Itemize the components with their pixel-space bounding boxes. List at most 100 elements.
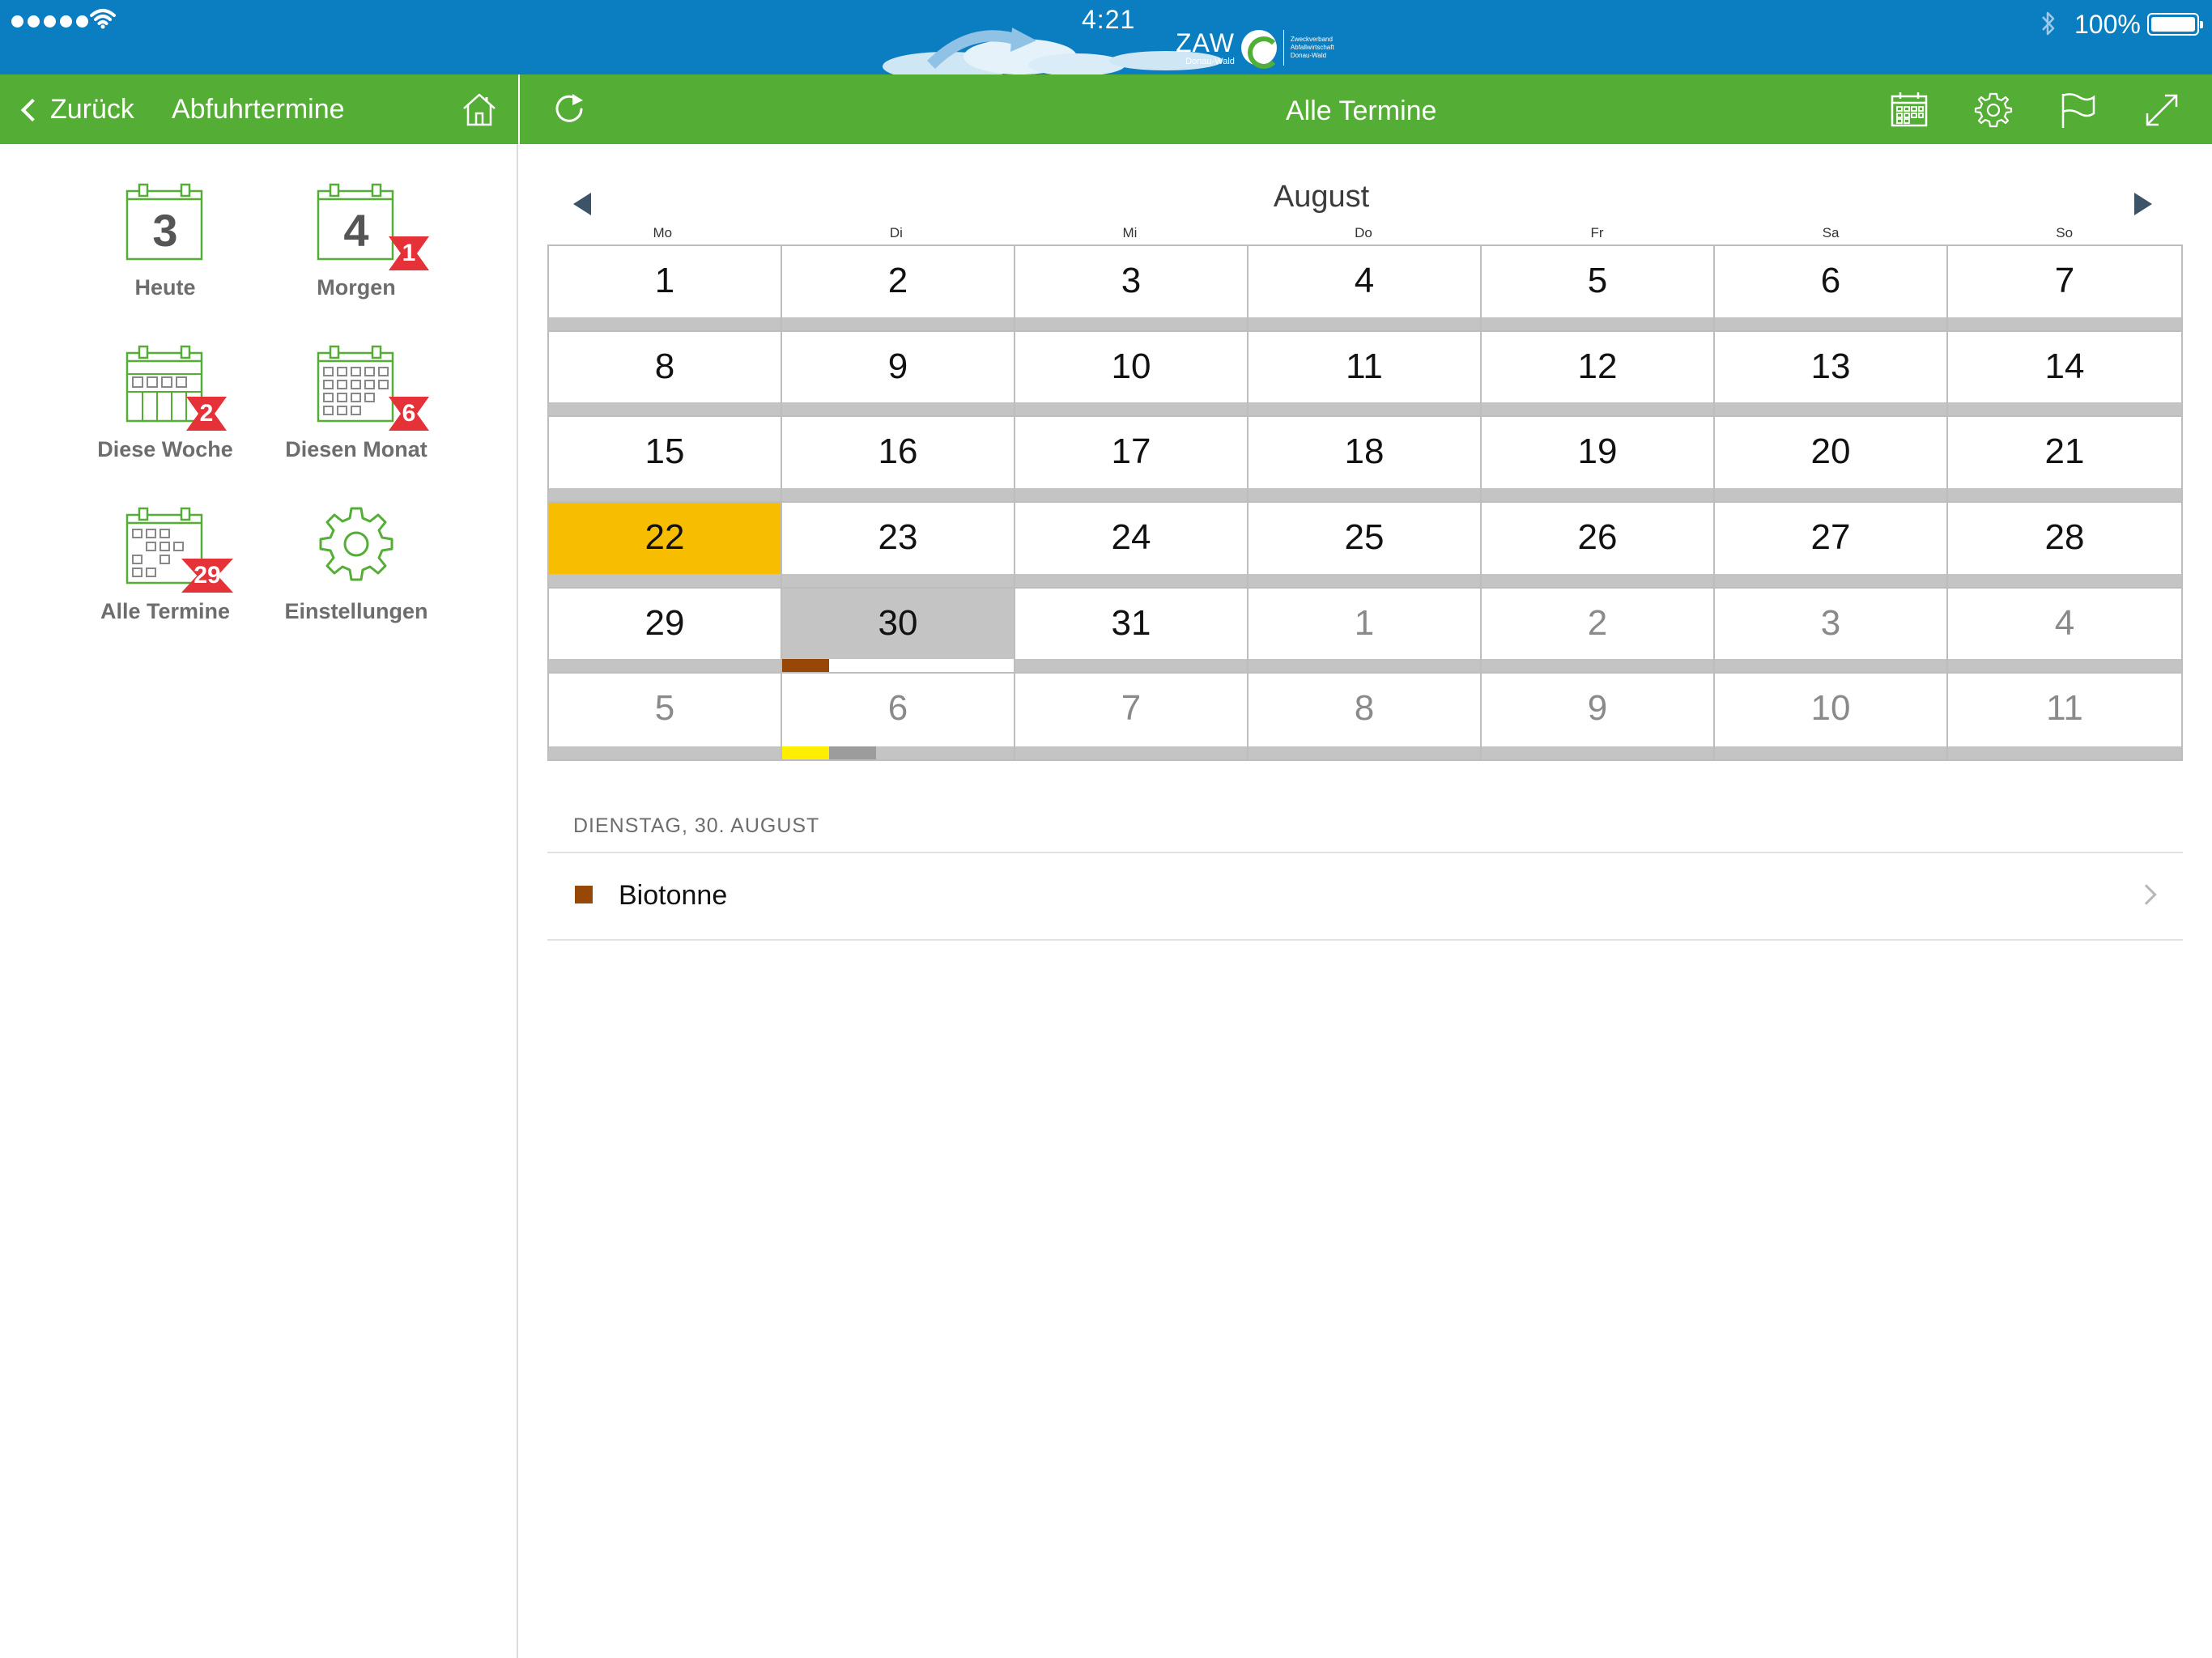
day-number: 4 <box>1354 261 1375 300</box>
tile-label: Einstellungen <box>284 599 428 623</box>
day-number: 2 <box>887 261 908 300</box>
divider <box>547 939 2183 941</box>
day-number: 22 <box>644 517 685 557</box>
calendar-day-cell[interactable]: 30 <box>782 588 1015 674</box>
event-strip <box>782 573 1014 587</box>
event-strip <box>549 573 781 587</box>
calendar-day-cell[interactable]: 8 <box>1249 674 1482 759</box>
calendar-day-cell[interactable]: 19 <box>1482 417 1715 503</box>
tile-morgen[interactable]: 4 1 Morgen <box>267 180 445 325</box>
expand-icon[interactable] <box>2142 91 2181 130</box>
calendar-day-cell[interactable]: 18 <box>1249 417 1482 503</box>
list-item[interactable]: Biotonne <box>547 853 2183 939</box>
waste-type-label: Biotonne <box>619 880 728 911</box>
event-strip <box>1482 317 1713 330</box>
sidebar-title: Abfuhrtermine <box>172 94 345 125</box>
event-strip <box>1948 659 2181 673</box>
calendar-day-cell[interactable]: 11 <box>1948 674 2181 759</box>
month-title: August <box>1273 180 1370 214</box>
home-icon[interactable] <box>460 91 499 128</box>
calendar-day-cell[interactable]: 28 <box>1948 503 2181 589</box>
calendar-day-cell[interactable]: 3 <box>1715 588 1948 674</box>
zaw-logo: ZAW Donau-Wald Zweckverband Abfallwirtsc… <box>1176 26 1347 70</box>
back-button[interactable]: Zurück <box>18 94 134 125</box>
flag-icon[interactable] <box>2058 91 2097 130</box>
calendar-day-cell[interactable]: 17 <box>1015 417 1249 503</box>
calendar-day-cell[interactable]: 22 <box>549 503 782 589</box>
event-strip <box>549 402 781 416</box>
day-number: 16 <box>878 432 918 472</box>
event-strip <box>1715 487 1946 501</box>
calendar-day-cell[interactable]: 21 <box>1948 417 2181 503</box>
next-month-button[interactable] <box>2134 193 2152 215</box>
logo-name: ZAW <box>1176 28 1235 57</box>
calendar-day-cell[interactable]: 29 <box>549 588 782 674</box>
previous-month-button[interactable] <box>573 193 591 215</box>
event-strip <box>1948 573 2181 587</box>
weekday-label: Di <box>889 225 903 240</box>
day-number: 18 <box>1344 432 1385 472</box>
calendar-icon[interactable] <box>1890 91 1929 130</box>
calendar-day-cell[interactable]: 14 <box>1948 331 2181 418</box>
calendar-day-cell[interactable]: 3 <box>1015 246 1249 332</box>
refresh-icon[interactable] <box>551 91 588 128</box>
battery-icon <box>2147 13 2203 36</box>
day-number: 3 <box>1820 602 1841 643</box>
calendar-day-cell[interactable]: 4 <box>1249 246 1482 332</box>
calendar-day-cell[interactable]: 6 <box>782 674 1015 759</box>
calendar-day-cell[interactable]: 2 <box>1482 588 1715 674</box>
calendar-day-cell[interactable]: 8 <box>549 331 782 418</box>
tile-einstellungen[interactable]: Einstellungen <box>267 504 445 649</box>
calendar-day-cell[interactable]: 7 <box>1948 246 2181 332</box>
tile-diesen-monat[interactable]: 6 Diesen Monat <box>267 342 445 487</box>
calendar-day-cell[interactable]: 9 <box>782 331 1015 418</box>
calendar-day-cell[interactable]: 9 <box>1482 674 1715 759</box>
event-strip <box>1715 659 1946 673</box>
day-number: 1 <box>1354 602 1375 643</box>
calendar-day-cell[interactable]: 6 <box>1715 246 1948 332</box>
day-number: 4 <box>2054 602 2075 643</box>
day-number: 11 <box>2046 688 2083 729</box>
calendar-day-cell[interactable]: 15 <box>549 417 782 503</box>
calendar-day-cell[interactable]: 26 <box>1482 503 1715 589</box>
calendar-day-cell[interactable]: 11 <box>1249 331 1482 418</box>
calendar-day-cell[interactable]: 23 <box>782 503 1015 589</box>
calendar-day-cell[interactable]: 31 <box>1015 588 1249 674</box>
tile-alle-termine[interactable]: 29 Alle Termine <box>76 504 254 649</box>
gear-icon[interactable] <box>1974 91 2013 130</box>
calendar-day-cell[interactable]: 16 <box>782 417 1015 503</box>
event-strip <box>1715 746 1946 759</box>
chevron-right-icon <box>2136 884 2157 905</box>
event-strip <box>1715 402 1946 416</box>
calendar-day-cell[interactable]: 5 <box>1482 246 1715 332</box>
event-strip <box>1715 573 1946 587</box>
calendar-day-cell[interactable]: 1 <box>549 246 782 332</box>
event-strip <box>1715 317 1946 330</box>
event-strip <box>1948 402 2181 416</box>
day-number: 14 <box>2044 346 2085 386</box>
calendar-day-cell[interactable]: 10 <box>1715 674 1948 759</box>
event-strip <box>782 402 1014 416</box>
calendar-day-cell[interactable]: 10 <box>1015 331 1249 418</box>
calendar-day-cell[interactable]: 5 <box>549 674 782 759</box>
calendar-day-cell[interactable]: 12 <box>1482 331 1715 418</box>
calendar-day-cell[interactable]: 20 <box>1715 417 1948 503</box>
event-strip <box>1482 746 1713 759</box>
calendar-day-cell[interactable]: 2 <box>782 246 1015 332</box>
calendar-day-cell[interactable]: 27 <box>1715 503 1948 589</box>
recycle-logo-icon <box>1240 30 1280 69</box>
calendar-day-cell[interactable]: 25 <box>1249 503 1482 589</box>
event-strip <box>1948 317 2181 330</box>
day-number: 24 <box>1111 517 1151 557</box>
tile-diese-woche[interactable]: 2 Diese Woche <box>76 342 254 487</box>
waste-color-swatch <box>575 886 593 903</box>
wifi-icon <box>90 9 116 29</box>
calendar-day-cell[interactable]: 24 <box>1015 503 1249 589</box>
calendar-day-cell[interactable]: 4 <box>1948 588 2181 674</box>
calendar-day-cell[interactable]: 13 <box>1715 331 1948 418</box>
day-number: 19 <box>1577 432 1618 472</box>
calendar-day-cell[interactable]: 7 <box>1015 674 1249 759</box>
calendar-day-cell[interactable]: 1 <box>1249 588 1482 674</box>
tile-heute[interactable]: 3 Heute <box>76 180 254 325</box>
event-strip <box>1249 746 1480 759</box>
